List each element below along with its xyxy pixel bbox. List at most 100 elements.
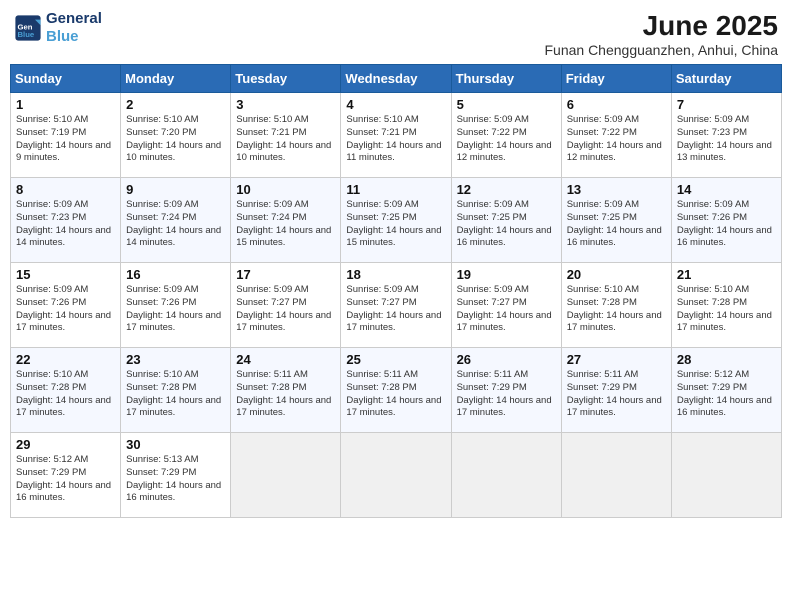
day-info: Sunrise: 5:11 AM Sunset: 7:29 PM Dayligh… [457,369,556,420]
day-info: Sunrise: 5:11 AM Sunset: 7:29 PM Dayligh… [567,369,666,420]
table-row: 6 Sunrise: 5:09 AM Sunset: 7:22 PM Dayli… [561,93,671,178]
table-row: 10 Sunrise: 5:09 AM Sunset: 7:24 PM Dayl… [231,178,341,263]
day-number: 21 [677,267,776,282]
day-number: 25 [346,352,445,367]
table-row: 9 Sunrise: 5:09 AM Sunset: 7:24 PM Dayli… [121,178,231,263]
col-saturday: Saturday [671,65,781,93]
table-row [671,433,781,518]
day-info: Sunrise: 5:10 AM Sunset: 7:28 PM Dayligh… [16,369,115,420]
day-info: Sunrise: 5:09 AM Sunset: 7:24 PM Dayligh… [236,199,335,250]
day-number: 27 [567,352,666,367]
day-number: 24 [236,352,335,367]
logo: Gen Blue General Blue [14,10,102,46]
day-number: 9 [126,182,225,197]
day-number: 1 [16,97,115,112]
day-number: 15 [16,267,115,282]
day-info: Sunrise: 5:13 AM Sunset: 7:29 PM Dayligh… [126,454,225,505]
day-number: 4 [346,97,445,112]
table-row: 11 Sunrise: 5:09 AM Sunset: 7:25 PM Dayl… [341,178,451,263]
day-number: 12 [457,182,556,197]
table-row: 30 Sunrise: 5:13 AM Sunset: 7:29 PM Dayl… [121,433,231,518]
calendar-week-row: 22 Sunrise: 5:10 AM Sunset: 7:28 PM Dayl… [11,348,782,433]
table-row: 8 Sunrise: 5:09 AM Sunset: 7:23 PM Dayli… [11,178,121,263]
day-number: 6 [567,97,666,112]
table-row [451,433,561,518]
day-number: 14 [677,182,776,197]
day-number: 20 [567,267,666,282]
day-info: Sunrise: 5:09 AM Sunset: 7:25 PM Dayligh… [346,199,445,250]
table-row: 3 Sunrise: 5:10 AM Sunset: 7:21 PM Dayli… [231,93,341,178]
day-number: 29 [16,437,115,452]
table-row: 23 Sunrise: 5:10 AM Sunset: 7:28 PM Dayl… [121,348,231,433]
table-row: 22 Sunrise: 5:10 AM Sunset: 7:28 PM Dayl… [11,348,121,433]
table-row: 18 Sunrise: 5:09 AM Sunset: 7:27 PM Dayl… [341,263,451,348]
day-info: Sunrise: 5:10 AM Sunset: 7:21 PM Dayligh… [236,114,335,165]
day-number: 17 [236,267,335,282]
day-info: Sunrise: 5:09 AM Sunset: 7:26 PM Dayligh… [126,284,225,335]
day-info: Sunrise: 5:09 AM Sunset: 7:27 PM Dayligh… [457,284,556,335]
day-number: 5 [457,97,556,112]
day-info: Sunrise: 5:09 AM Sunset: 7:25 PM Dayligh… [567,199,666,250]
calendar-week-row: 1 Sunrise: 5:10 AM Sunset: 7:19 PM Dayli… [11,93,782,178]
table-row: 4 Sunrise: 5:10 AM Sunset: 7:21 PM Dayli… [341,93,451,178]
day-info: Sunrise: 5:09 AM Sunset: 7:22 PM Dayligh… [457,114,556,165]
day-number: 13 [567,182,666,197]
day-info: Sunrise: 5:09 AM Sunset: 7:23 PM Dayligh… [16,199,115,250]
day-info: Sunrise: 5:10 AM Sunset: 7:21 PM Dayligh… [346,114,445,165]
main-title: June 2025 [544,10,778,42]
day-info: Sunrise: 5:11 AM Sunset: 7:28 PM Dayligh… [236,369,335,420]
day-info: Sunrise: 5:12 AM Sunset: 7:29 PM Dayligh… [16,454,115,505]
day-info: Sunrise: 5:10 AM Sunset: 7:20 PM Dayligh… [126,114,225,165]
day-info: Sunrise: 5:09 AM Sunset: 7:22 PM Dayligh… [567,114,666,165]
table-row: 2 Sunrise: 5:10 AM Sunset: 7:20 PM Dayli… [121,93,231,178]
day-number: 10 [236,182,335,197]
table-row [231,433,341,518]
table-row [341,433,451,518]
table-row: 15 Sunrise: 5:09 AM Sunset: 7:26 PM Dayl… [11,263,121,348]
day-number: 7 [677,97,776,112]
table-row [561,433,671,518]
table-row: 5 Sunrise: 5:09 AM Sunset: 7:22 PM Dayli… [451,93,561,178]
table-row: 27 Sunrise: 5:11 AM Sunset: 7:29 PM Dayl… [561,348,671,433]
day-number: 18 [346,267,445,282]
table-row: 13 Sunrise: 5:09 AM Sunset: 7:25 PM Dayl… [561,178,671,263]
col-friday: Friday [561,65,671,93]
day-info: Sunrise: 5:10 AM Sunset: 7:28 PM Dayligh… [567,284,666,335]
day-info: Sunrise: 5:09 AM Sunset: 7:23 PM Dayligh… [677,114,776,165]
table-row: 24 Sunrise: 5:11 AM Sunset: 7:28 PM Dayl… [231,348,341,433]
day-number: 8 [16,182,115,197]
title-block: June 2025 Funan Chengguanzhen, Anhui, Ch… [544,10,778,58]
calendar-week-row: 15 Sunrise: 5:09 AM Sunset: 7:26 PM Dayl… [11,263,782,348]
table-row: 19 Sunrise: 5:09 AM Sunset: 7:27 PM Dayl… [451,263,561,348]
logo-text-general: General [46,10,102,28]
day-number: 30 [126,437,225,452]
day-number: 11 [346,182,445,197]
day-info: Sunrise: 5:11 AM Sunset: 7:28 PM Dayligh… [346,369,445,420]
day-info: Sunrise: 5:10 AM Sunset: 7:28 PM Dayligh… [126,369,225,420]
page-header: Gen Blue General Blue June 2025 Funan Ch… [10,10,782,58]
day-info: Sunrise: 5:09 AM Sunset: 7:26 PM Dayligh… [16,284,115,335]
day-number: 19 [457,267,556,282]
day-number: 2 [126,97,225,112]
day-info: Sunrise: 5:10 AM Sunset: 7:28 PM Dayligh… [677,284,776,335]
day-info: Sunrise: 5:09 AM Sunset: 7:24 PM Dayligh… [126,199,225,250]
calendar-header-row: Sunday Monday Tuesday Wednesday Thursday… [11,65,782,93]
calendar-week-row: 8 Sunrise: 5:09 AM Sunset: 7:23 PM Dayli… [11,178,782,263]
table-row: 1 Sunrise: 5:10 AM Sunset: 7:19 PM Dayli… [11,93,121,178]
day-number: 26 [457,352,556,367]
day-number: 22 [16,352,115,367]
day-info: Sunrise: 5:09 AM Sunset: 7:27 PM Dayligh… [346,284,445,335]
day-info: Sunrise: 5:09 AM Sunset: 7:27 PM Dayligh… [236,284,335,335]
logo-text-blue: Blue [46,28,102,46]
col-wednesday: Wednesday [341,65,451,93]
table-row: 17 Sunrise: 5:09 AM Sunset: 7:27 PM Dayl… [231,263,341,348]
day-number: 3 [236,97,335,112]
day-info: Sunrise: 5:09 AM Sunset: 7:25 PM Dayligh… [457,199,556,250]
col-thursday: Thursday [451,65,561,93]
day-info: Sunrise: 5:09 AM Sunset: 7:26 PM Dayligh… [677,199,776,250]
table-row: 29 Sunrise: 5:12 AM Sunset: 7:29 PM Dayl… [11,433,121,518]
calendar-week-row: 29 Sunrise: 5:12 AM Sunset: 7:29 PM Dayl… [11,433,782,518]
calendar-table: Sunday Monday Tuesday Wednesday Thursday… [10,64,782,518]
col-sunday: Sunday [11,65,121,93]
table-row: 20 Sunrise: 5:10 AM Sunset: 7:28 PM Dayl… [561,263,671,348]
